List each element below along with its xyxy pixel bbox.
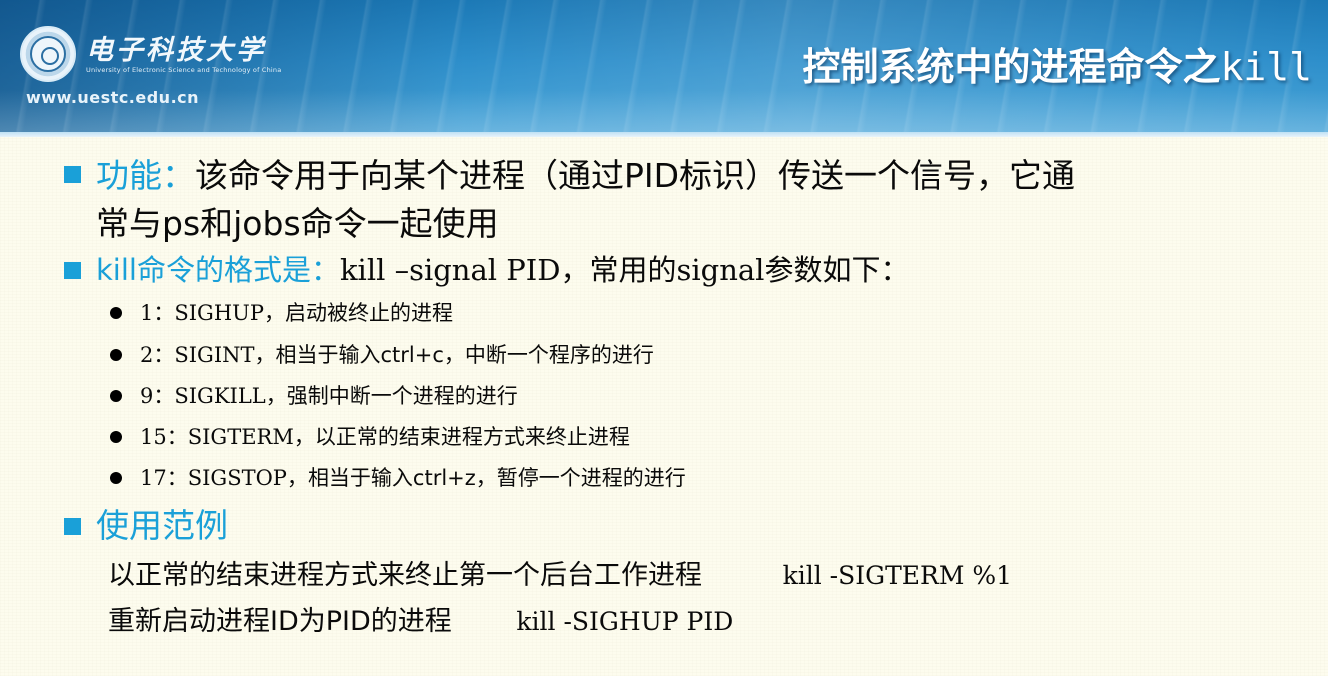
signal-number: 15： — [140, 425, 188, 449]
format-text: kill –signal PID，常用的signal参数如下： — [339, 253, 910, 287]
example-command: kill -SIGTERM %1 — [782, 561, 1013, 590]
format-label: kill命令的格式是： — [96, 253, 340, 287]
signal-name: SIGKILL， — [174, 384, 287, 408]
signal-name: SIGHUP， — [174, 301, 285, 325]
signal-desc: 强制中断一个进程的进行 — [286, 384, 518, 408]
signal-list-item: 9：SIGKILL，强制中断一个进程的进行 — [110, 381, 518, 411]
examples-label: 使用范例 — [96, 506, 228, 545]
function-text-1: 该命令用于向某个进程（通过PID标识）传送一个信号，它通 — [195, 156, 1076, 195]
bullet-dot-icon — [110, 431, 122, 443]
example-row: 重新启动进程ID为PID的进程 kill -SIGHUP PID — [108, 602, 733, 642]
bullet-dot-icon — [110, 390, 122, 402]
function-line-1: 功能：该命令用于向某个进程（通过PID标识）传送一个信号，它通 — [96, 152, 1075, 200]
function-label: 功能： — [96, 156, 195, 195]
signal-number: 2： — [140, 343, 175, 367]
logo-ring-icon — [30, 36, 66, 72]
bullet-square-icon — [64, 166, 81, 183]
header-banner: 电子科技大学 University of Electronic Science … — [0, 0, 1328, 136]
examples-heading: 使用范例 — [96, 502, 228, 550]
function-text-2: 常与ps和jobs命令一起使用 — [96, 204, 499, 243]
signal-desc: 以正常的结束进程方式来终止进程 — [314, 425, 630, 449]
slide-title: 控制系统中的进程命令之kill — [802, 36, 1312, 91]
bullet-dot-icon — [110, 472, 122, 484]
bullet-dot-icon — [110, 307, 122, 319]
university-english-name: University of Electronic Science and Tec… — [86, 66, 282, 74]
example-desc: 重新启动进程ID为PID的进程 — [108, 606, 452, 637]
slide-title-text: 控制系统中的进程命令之 — [802, 45, 1221, 89]
bullet-square-icon — [64, 262, 81, 279]
signal-name: SIGINT， — [174, 343, 276, 367]
format-line: kill命令的格式是：kill –signal PID，常用的signal参数如… — [96, 246, 909, 294]
header-building-backdrop — [0, 90, 1328, 136]
example-desc: 以正常的结束进程方式来终止第一个后台工作进程 — [108, 560, 702, 591]
signal-list-item: 17：SIGSTOP，相当于输入ctrl+z，暂停一个进程的进行 — [110, 463, 686, 493]
signal-number: 17： — [140, 466, 188, 490]
university-logo-icon — [20, 26, 76, 82]
signal-desc: 启动被终止的进程 — [284, 301, 453, 325]
university-name: 电子科技大学 — [86, 35, 266, 66]
function-line-2: 常与ps和jobs命令一起使用 — [96, 200, 499, 248]
signal-name: SIGSTOP， — [187, 466, 308, 490]
university-url: www.uestc.edu.cn — [26, 88, 200, 107]
example-command: kill -SIGHUP PID — [516, 607, 734, 636]
signal-name: SIGTERM， — [187, 425, 315, 449]
slide-title-command: kill — [1220, 45, 1312, 89]
signal-list-item: 15：SIGTERM，以正常的结束进程方式来终止进程 — [110, 422, 630, 452]
example-row: 以正常的结束进程方式来终止第一个后台工作进程 kill -SIGTERM %1 — [108, 556, 1012, 596]
signal-desc: 相当于输入ctrl+c，中断一个程序的进行 — [275, 343, 654, 367]
bullet-square-icon — [64, 518, 81, 535]
signal-list-item: 1：SIGHUP，启动被终止的进程 — [110, 298, 453, 328]
signal-number: 1： — [140, 301, 175, 325]
header-divider — [0, 132, 1328, 137]
signal-number: 9： — [140, 384, 175, 408]
signal-list-item: 2：SIGINT，相当于输入ctrl+c，中断一个程序的进行 — [110, 340, 654, 370]
bullet-dot-icon — [110, 349, 122, 361]
signal-desc: 相当于输入ctrl+z，暂停一个进程的进行 — [307, 466, 686, 490]
